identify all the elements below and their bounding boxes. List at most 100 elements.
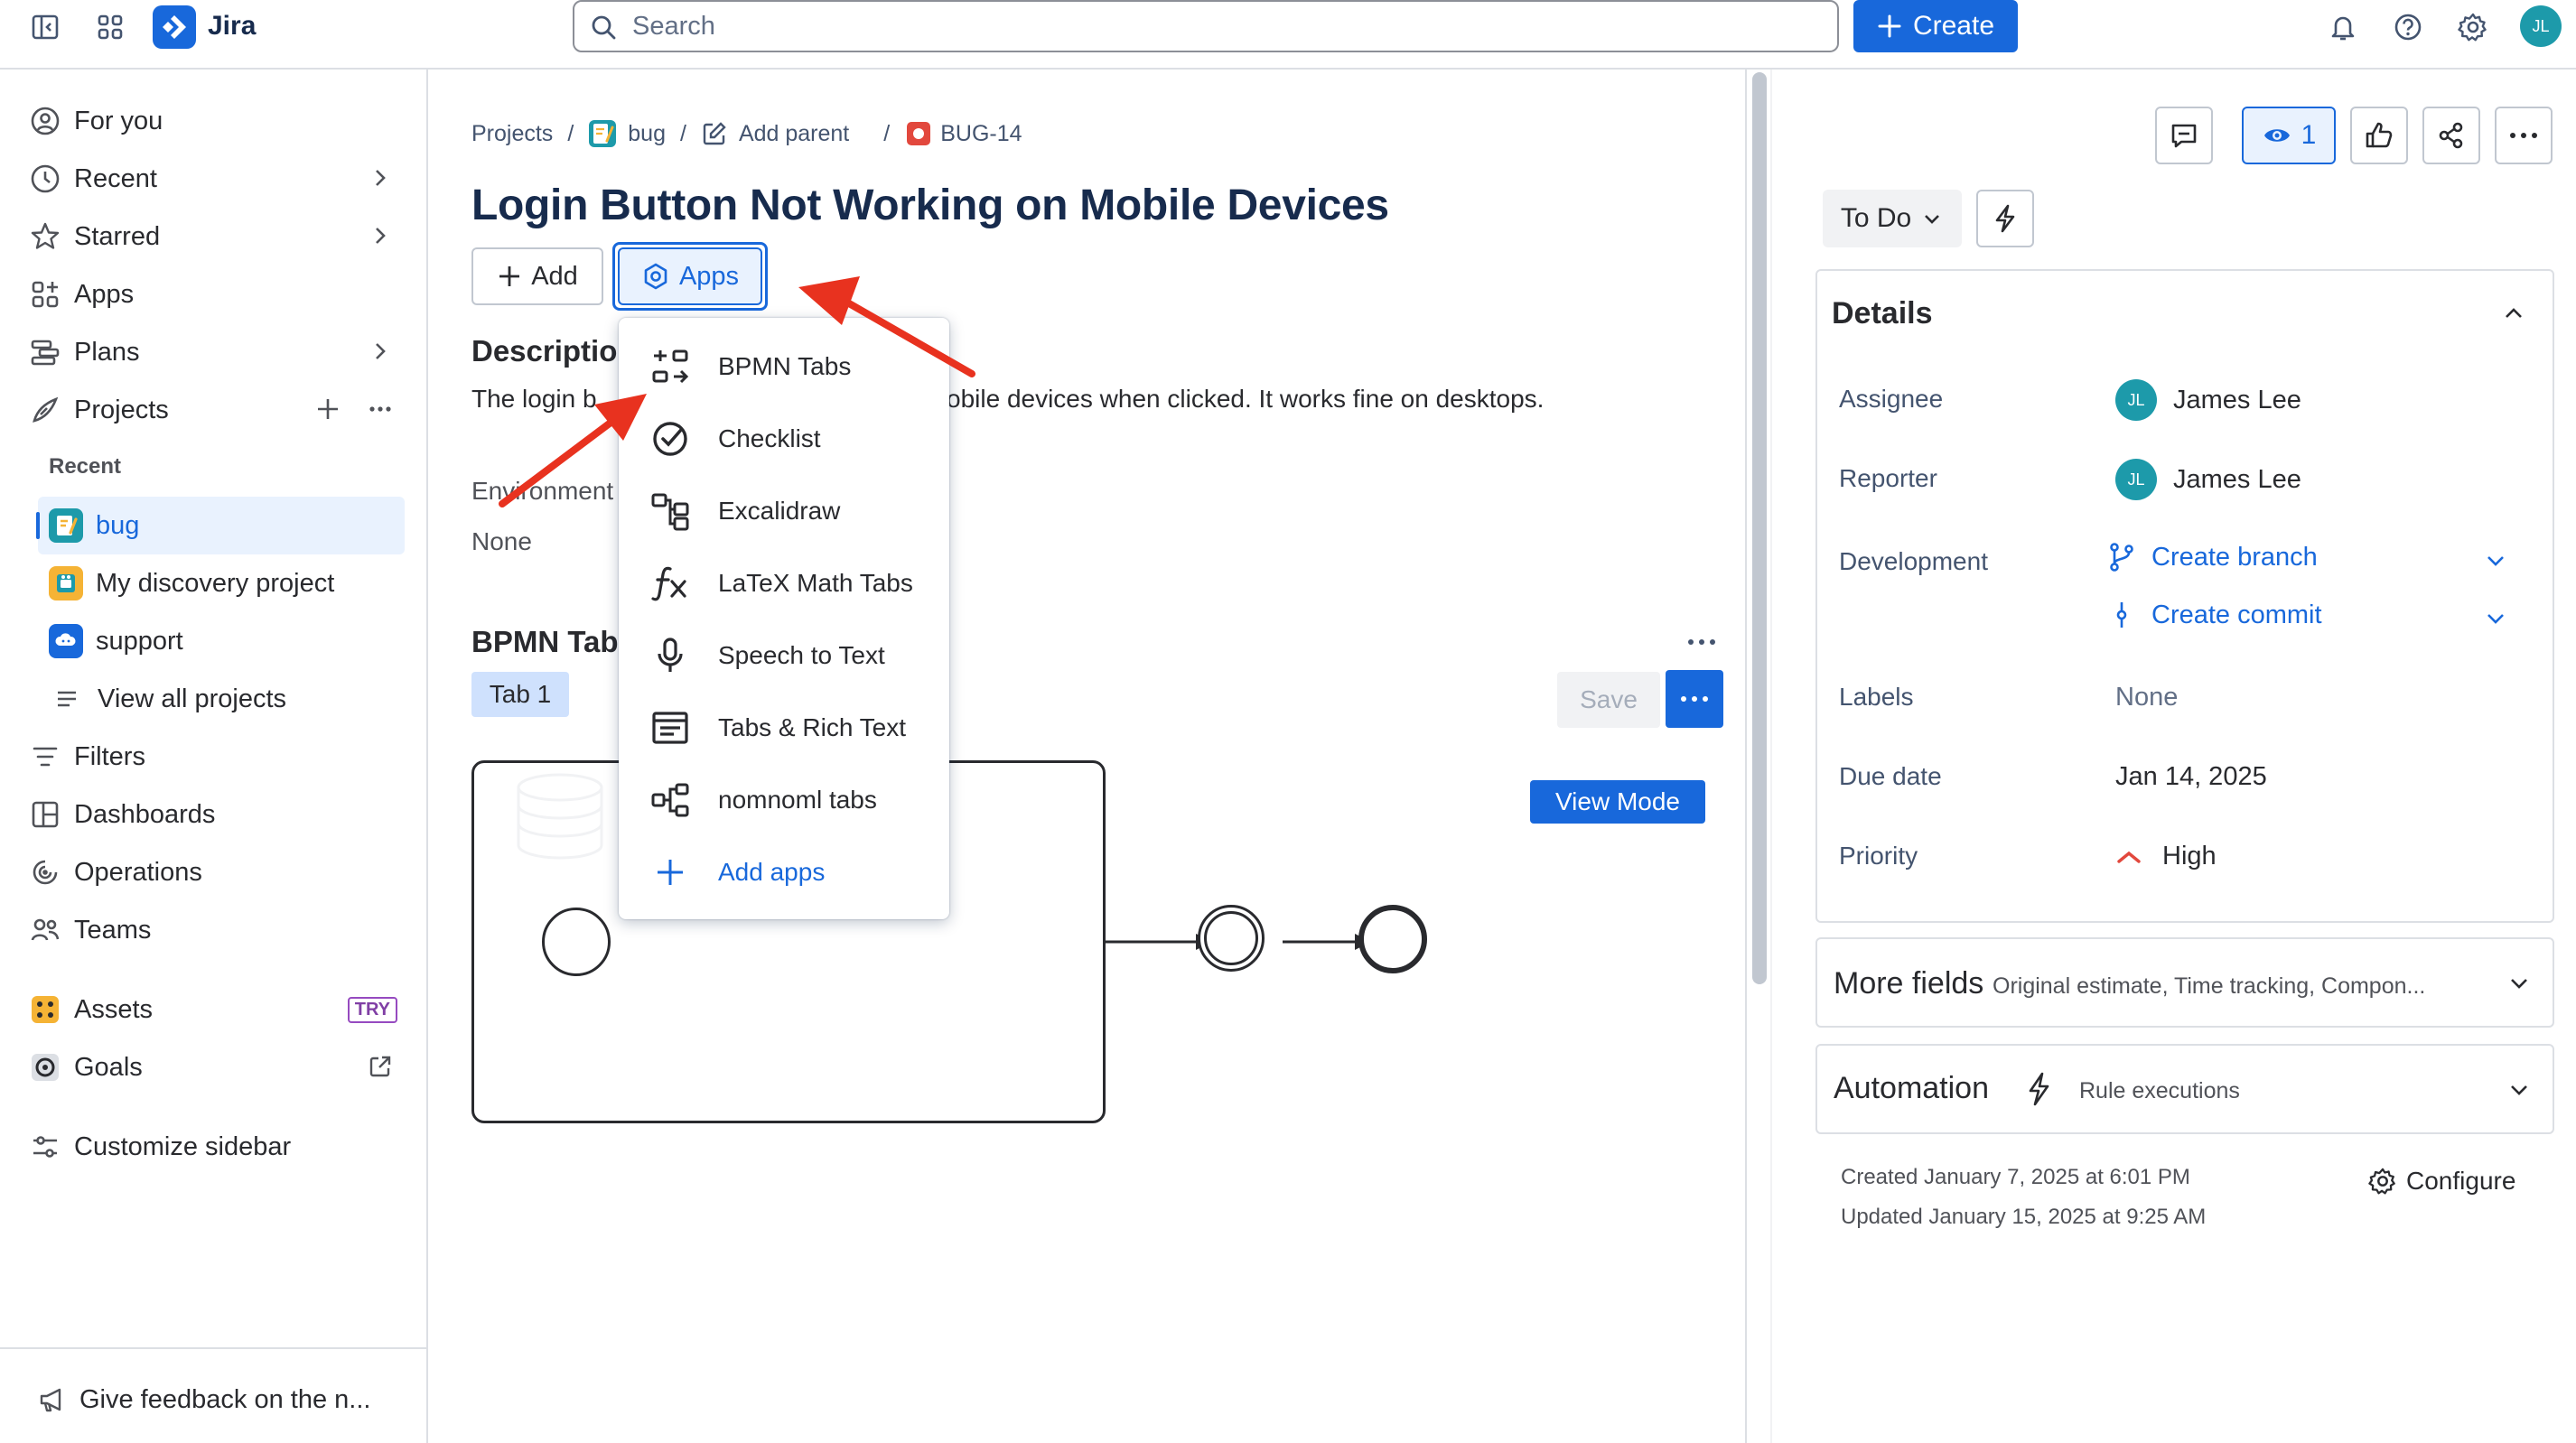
external-link-icon[interactable] xyxy=(367,1053,394,1080)
breadcrumb-issue-key[interactable]: BUG-14 xyxy=(940,121,1022,147)
main-scrollbar-thumb[interactable] xyxy=(1752,72,1767,984)
menu-item-speech-to-text[interactable]: Speech to Text xyxy=(619,619,949,692)
watch-button[interactable]: 1 xyxy=(2242,107,2336,164)
plans-icon xyxy=(27,334,63,370)
sidebar-item-for-you[interactable]: For you xyxy=(27,98,406,144)
sidebar-view-all-projects[interactable]: View all projects xyxy=(49,675,401,722)
chevron-right-icon[interactable] xyxy=(367,164,394,191)
chevron-up-icon[interactable] xyxy=(2500,300,2527,327)
create-button[interactable]: Create xyxy=(1853,0,2018,52)
sidebar-toggle-icon[interactable] xyxy=(22,4,69,51)
user-avatar[interactable]: JL xyxy=(2520,5,2562,47)
reporter-label: Reporter xyxy=(1839,464,1937,492)
save-button[interactable]: Save xyxy=(1557,672,1660,728)
description-text-end[interactable]: obile devices when clicked. It works fin… xyxy=(947,385,1544,414)
menu-item-latex-math-tabs[interactable]: LaTeX Math Tabs xyxy=(619,547,949,619)
menu-item-add-apps[interactable]: Add apps xyxy=(619,836,949,908)
panel-divider xyxy=(1745,70,1747,1443)
bpmn-sequence-flow xyxy=(1106,934,1371,950)
share-icon xyxy=(2439,122,2463,149)
sidebar-item-assets[interactable]: Assets TRY xyxy=(27,986,406,1033)
sidebar-item-apps[interactable]: Apps xyxy=(27,271,406,318)
sidebar-customize[interactable]: Customize sidebar xyxy=(27,1123,406,1170)
help-icon[interactable] xyxy=(2385,4,2431,51)
settings-gear-icon[interactable] xyxy=(2450,4,2497,51)
sidebar-project-bug[interactable]: bug xyxy=(49,502,401,549)
more-ellipsis-icon[interactable] xyxy=(367,396,394,423)
reporter-value[interactable]: JL James Lee xyxy=(2115,459,2301,500)
add-project-plus-icon[interactable] xyxy=(314,396,341,423)
view-mode-button[interactable]: View Mode xyxy=(1530,780,1705,824)
priority-value[interactable]: High xyxy=(2115,842,2217,871)
breadcrumb-add-parent[interactable]: Add parent xyxy=(739,121,849,147)
lightning-icon xyxy=(2023,1071,2054,1107)
priority-label: Priority xyxy=(1839,842,1918,870)
notifications-bell-icon[interactable] xyxy=(2319,4,2366,51)
configure-button[interactable]: Configure xyxy=(2368,1167,2515,1196)
chevron-down-icon[interactable] xyxy=(2482,605,2509,632)
development-label: Development xyxy=(1839,547,1988,575)
sidebar-item-dashboards[interactable]: Dashboards xyxy=(27,791,406,838)
sidebar-item-goals[interactable]: Goals xyxy=(27,1044,406,1091)
discovery-project-icon xyxy=(49,566,83,600)
more-actions-button[interactable] xyxy=(2495,107,2553,164)
app-switcher-icon[interactable] xyxy=(87,4,134,51)
priority-high-icon xyxy=(2117,851,2141,863)
details-panel xyxy=(1815,269,2554,923)
commit-icon xyxy=(2116,602,2127,628)
app-name[interactable]: Jira xyxy=(208,11,256,42)
bpmn-start-event[interactable] xyxy=(542,908,611,976)
sidebar-item-projects[interactable]: Projects xyxy=(27,386,406,433)
sidebar-item-filters[interactable]: Filters xyxy=(27,733,406,780)
issue-title[interactable]: Login Button Not Working on Mobile Devic… xyxy=(471,181,1389,230)
more-fields-section[interactable]: More fields Original estimate, Time trac… xyxy=(1815,937,2554,1028)
try-badge[interactable]: TRY xyxy=(347,997,397,1023)
sidebar-item-recent[interactable]: Recent xyxy=(27,155,406,202)
more-actions-button[interactable] xyxy=(1666,670,1723,728)
clock-icon xyxy=(27,161,63,197)
chevron-right-icon[interactable] xyxy=(367,222,394,249)
bpmn-intermediate-event[interactable] xyxy=(1198,905,1265,972)
top-navigation-bar: Jira Search Create JL xyxy=(0,0,2576,70)
eye-icon xyxy=(2263,129,2290,142)
updated-timestamp: Updated January 15, 2025 at 9:25 AM xyxy=(1841,1205,2207,1229)
bpmn-end-event[interactable] xyxy=(1358,905,1427,973)
labels-value[interactable]: None xyxy=(2115,683,2178,712)
sidebar-project-support[interactable]: support xyxy=(49,618,401,665)
due-date-value[interactable]: Jan 14, 2025 xyxy=(2115,762,2267,792)
jira-logo-icon[interactable] xyxy=(153,5,196,49)
chevron-down-icon xyxy=(2506,1076,2533,1103)
search-input[interactable]: Search xyxy=(573,0,1839,52)
sidebar-item-operations[interactable]: Operations xyxy=(27,849,406,896)
tab-1[interactable]: Tab 1 xyxy=(471,672,569,717)
menu-item-tabs-rich-text[interactable]: Tabs & Rich Text xyxy=(619,692,949,764)
assignee-value[interactable]: JL James Lee xyxy=(2115,379,2301,421)
more-ellipsis-icon[interactable] xyxy=(1684,628,1720,656)
star-icon xyxy=(27,219,63,255)
like-button[interactable] xyxy=(2350,107,2408,164)
bug-type-icon xyxy=(906,121,931,146)
chevron-right-icon[interactable] xyxy=(367,338,394,365)
nomnoml-icon xyxy=(648,777,693,823)
database-icon xyxy=(515,771,605,861)
status-dropdown[interactable]: To Do xyxy=(1823,190,1962,247)
give-feedback-link[interactable]: Give feedback on the n... xyxy=(34,1376,414,1423)
automation-section[interactable]: Automation Rule executions xyxy=(1815,1044,2554,1134)
sidebar-project-my-discovery[interactable]: My discovery project xyxy=(49,560,401,607)
details-heading[interactable]: Details xyxy=(1832,296,1933,331)
feedback-comment-button[interactable] xyxy=(2155,107,2213,164)
create-commit-link[interactable]: Create commit xyxy=(2108,600,2322,630)
chevron-down-icon[interactable] xyxy=(2482,547,2509,574)
breadcrumb-projects[interactable]: Projects xyxy=(471,121,553,147)
share-button[interactable] xyxy=(2422,107,2480,164)
create-branch-link[interactable]: Create branch xyxy=(2108,542,2318,573)
more-ellipsis-icon xyxy=(1681,696,1708,702)
actions-lightning-button[interactable] xyxy=(1976,190,2034,247)
menu-item-nomnoml-tabs[interactable]: nomnoml tabs xyxy=(619,764,949,836)
search-icon xyxy=(589,13,618,42)
sidebar-item-teams[interactable]: Teams xyxy=(27,907,406,954)
sidebar-item-plans[interactable]: Plans xyxy=(27,329,406,376)
sidebar-item-starred[interactable]: Starred xyxy=(27,213,406,260)
environment-value[interactable]: None xyxy=(471,527,532,556)
breadcrumb-project[interactable]: bug xyxy=(628,121,666,147)
